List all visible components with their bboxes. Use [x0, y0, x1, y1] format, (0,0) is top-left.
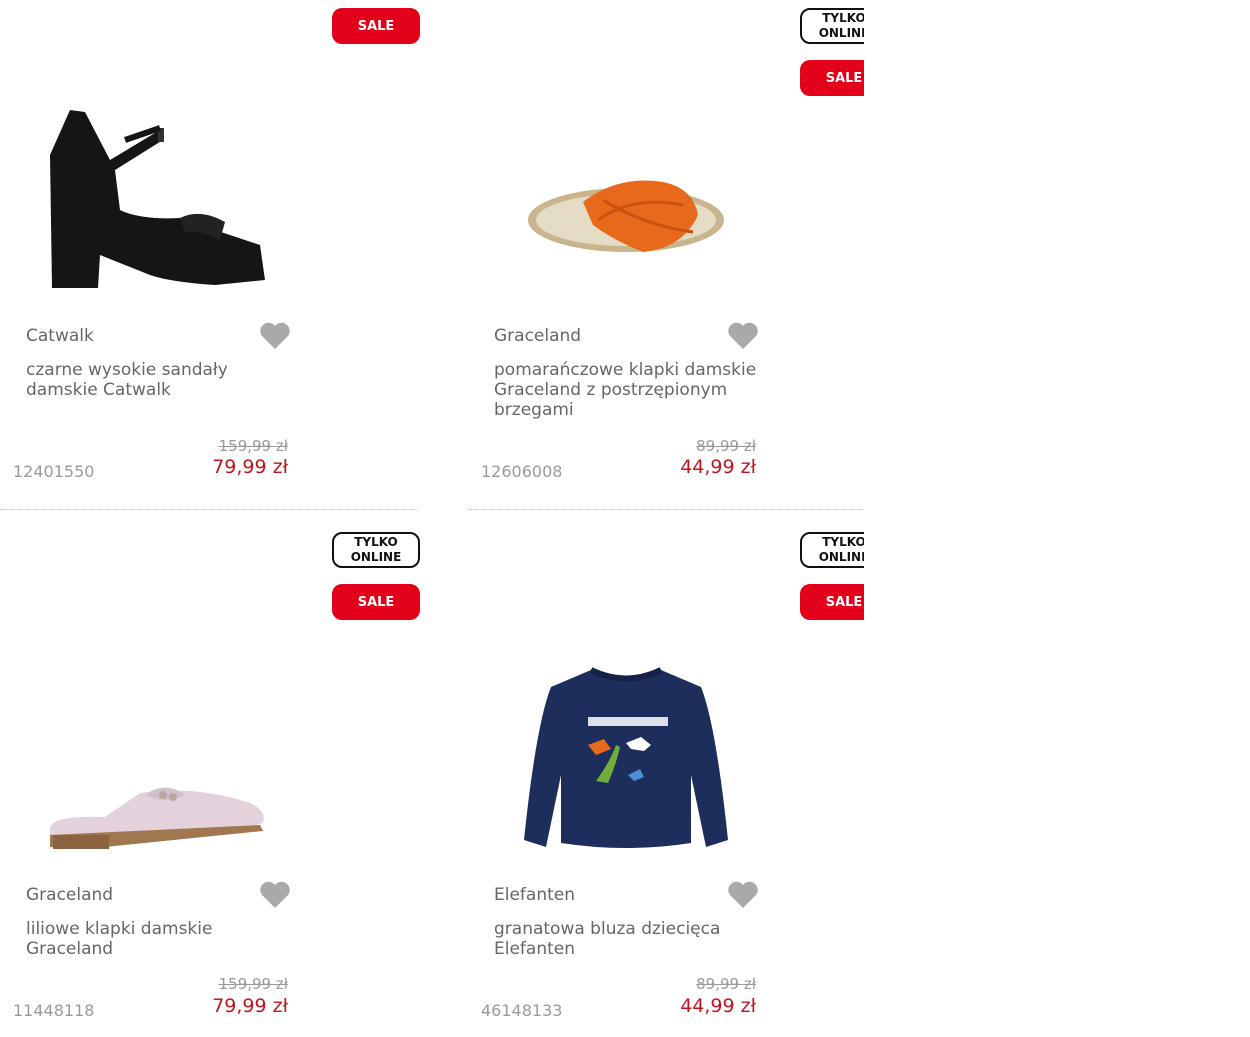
- product-name[interactable]: liliowe klapki damskie Graceland: [26, 919, 296, 959]
- sale-badge: SALE: [332, 584, 420, 620]
- product-brand: Elefanten: [494, 885, 575, 905]
- old-price: 159,99 zł: [218, 975, 288, 993]
- product-card[interactable]: TYLKO ONLINE SALE Graceland liliowe klap…: [0, 525, 420, 1035]
- product-image-black-sandal[interactable]: [40, 100, 280, 300]
- heart-icon[interactable]: [259, 880, 291, 910]
- product-card[interactable]: TYLKO ONLINE SALE Graceland pomarańczowe…: [468, 0, 888, 510]
- product-image-orange-slipper[interactable]: [523, 170, 733, 270]
- divider: [0, 509, 418, 510]
- product-sku: 11448118: [13, 1001, 95, 1020]
- heart-icon[interactable]: [727, 880, 759, 910]
- heart-icon[interactable]: [259, 321, 291, 351]
- product-card[interactable]: SALE Catwalk czarne wysokie sandały dams…: [0, 0, 420, 510]
- divider: [468, 509, 864, 510]
- sale-badge: SALE: [332, 8, 420, 44]
- online-only-badge: TYLKO ONLINE: [332, 532, 420, 568]
- current-price: 44,99 zł: [680, 456, 756, 478]
- online-only-badge: TYLKO ONLINE: [800, 8, 864, 44]
- product-brand: Graceland: [26, 885, 114, 905]
- product-name[interactable]: pomarańczowe klapki damskie Graceland z …: [494, 360, 764, 420]
- badge-clip: TYLKO ONLINE SALE: [468, 525, 864, 635]
- product-brand: Graceland: [494, 326, 582, 346]
- online-only-badge: TYLKO ONLINE: [800, 532, 864, 568]
- product-card[interactable]: TYLKO ONLINE SALE Elefanten granatowa bl…: [468, 525, 888, 1035]
- product-image-lilac-mule[interactable]: [45, 775, 275, 855]
- badge-clip: TYLKO ONLINE SALE: [468, 0, 864, 110]
- product-image-navy-sweatshirt[interactable]: [516, 665, 736, 855]
- product-sku: 12606008: [481, 462, 563, 481]
- product-brand: Catwalk: [26, 326, 94, 346]
- old-price: 89,99 zł: [696, 437, 756, 455]
- product-sku: 12401550: [13, 462, 95, 481]
- old-price: 89,99 zł: [696, 975, 756, 993]
- sale-badge: SALE: [800, 584, 864, 620]
- current-price: 44,99 zł: [680, 995, 756, 1017]
- current-price: 79,99 zł: [212, 995, 288, 1017]
- product-name[interactable]: granatowa bluza dziecięca Elefanten: [494, 919, 764, 959]
- sale-badge: SALE: [800, 60, 864, 96]
- current-price: 79,99 zł: [212, 456, 288, 478]
- heart-icon[interactable]: [727, 321, 759, 351]
- product-sku: 46148133: [481, 1001, 563, 1020]
- old-price: 159,99 zł: [218, 437, 288, 455]
- product-name[interactable]: czarne wysokie sandały damskie Catwalk: [26, 360, 296, 400]
